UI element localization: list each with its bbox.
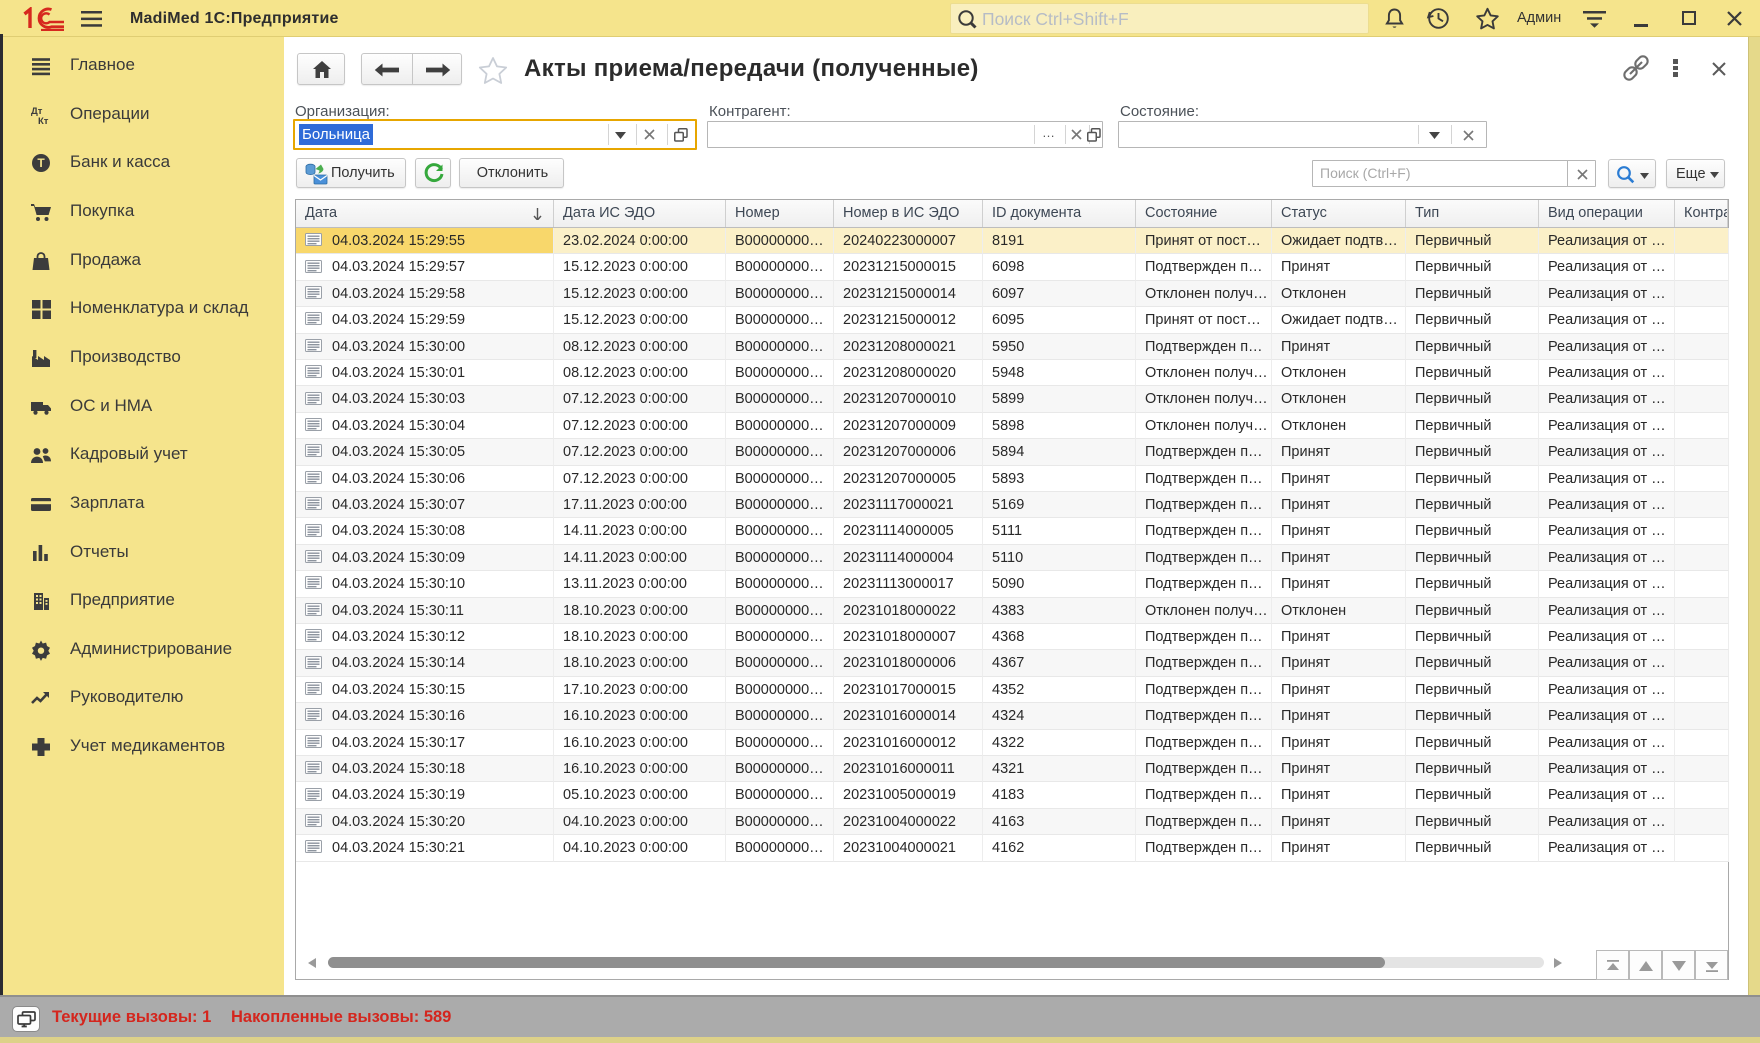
svg-text:Кт: Кт [38,116,49,126]
svg-text:Т: Т [37,156,45,170]
